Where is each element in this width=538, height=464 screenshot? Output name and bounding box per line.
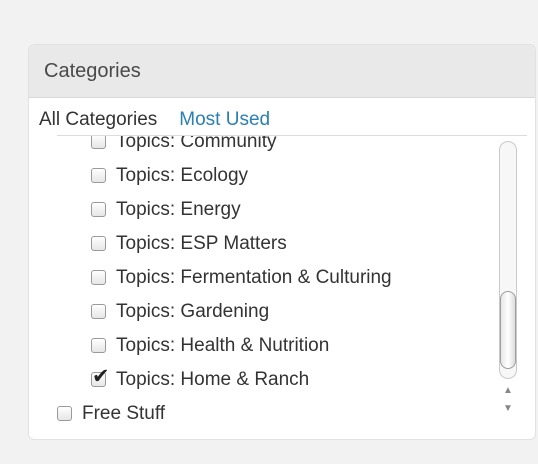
checkbox[interactable]	[91, 202, 106, 217]
list-item-label: Free Stuff	[82, 402, 166, 424]
checkbox[interactable]	[91, 304, 106, 319]
list-item-label: Topics: Fermentation & Culturing	[116, 266, 392, 288]
list-item-label: Topics: Energy	[116, 198, 241, 220]
list-item-label: Topics: Health & Nutrition	[116, 334, 330, 356]
checkbox[interactable]	[91, 270, 106, 285]
category-checklist[interactable]: Topics: Community Topics: Ecology Topics…	[57, 135, 527, 436]
list-item-label: Topics: Ecology	[116, 164, 249, 186]
list-item-label: Topics: Community	[116, 135, 277, 152]
checkbox[interactable]	[91, 168, 106, 183]
list-item[interactable]: Topics: Fermentation & Culturing	[91, 261, 392, 294]
list-item[interactable]: Free Stuff	[57, 397, 165, 430]
tab-all-categories[interactable]: All Categories	[39, 109, 157, 131]
scrollbar[interactable]: ▲ ▼	[497, 141, 519, 431]
panel-title: Categories	[44, 59, 141, 82]
scroll-up-arrow-icon[interactable]: ▲	[501, 385, 515, 396]
checkbox-checked[interactable]	[91, 364, 110, 389]
categories-panel: Categories All Categories Most Used Topi…	[28, 44, 536, 440]
scroll-thumb[interactable]	[500, 291, 516, 369]
list-item-label: Topics: Home & Ranch	[116, 368, 310, 390]
list-item[interactable]: Topics: Energy	[91, 193, 241, 226]
checkbox[interactable]	[57, 406, 72, 421]
list-item-label: Topics: Gardening	[116, 300, 270, 322]
list-item[interactable]: Topics: Ecology	[91, 159, 248, 192]
panel-header[interactable]: Categories	[29, 45, 535, 98]
list-item[interactable]: Topics: Gardening	[91, 295, 269, 328]
checkbox[interactable]	[91, 338, 106, 353]
category-tabs: All Categories Most Used	[39, 105, 270, 135]
list-item[interactable]: Topics: Health & Nutrition	[91, 329, 329, 362]
tab-most-used[interactable]: Most Used	[179, 109, 270, 131]
list-item[interactable]: Topics: Home & Ranch	[91, 363, 309, 396]
list-item[interactable]: Topics: ESP Matters	[91, 227, 287, 260]
list-item[interactable]: Topics: Community	[91, 135, 277, 158]
scroll-down-arrow-icon[interactable]: ▼	[501, 403, 515, 414]
checkbox[interactable]	[91, 136, 106, 149]
checkbox[interactable]	[91, 236, 106, 251]
list-item-label: Topics: ESP Matters	[116, 232, 287, 254]
